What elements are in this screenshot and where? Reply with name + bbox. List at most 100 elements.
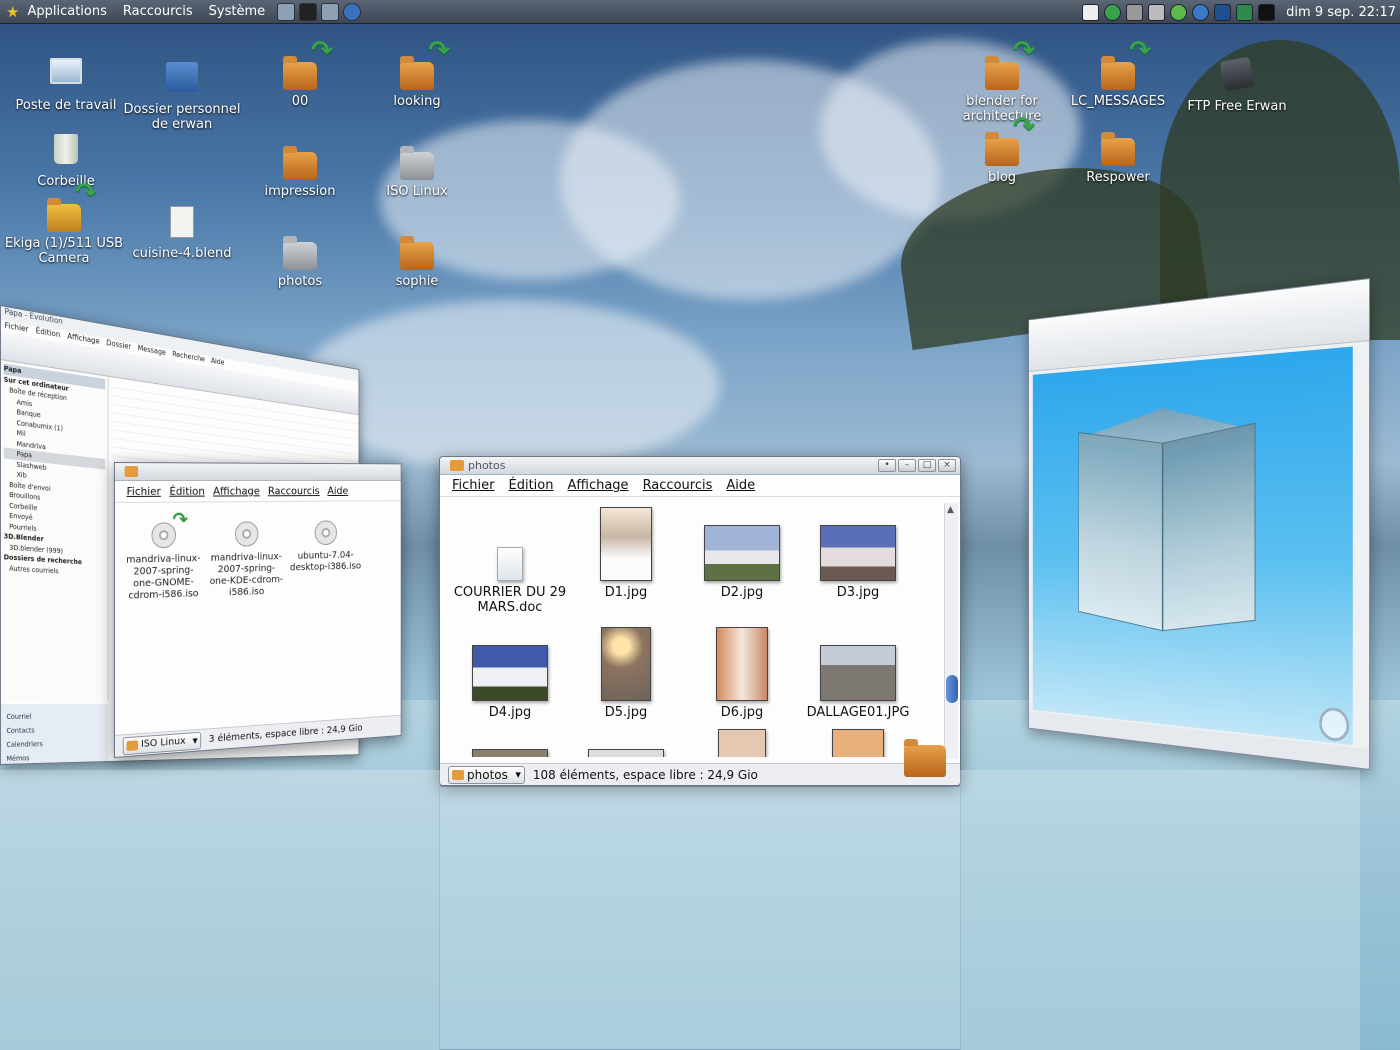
menu-systeme[interactable]: Système <box>201 4 273 19</box>
photo-thumbnail[interactable] <box>718 729 766 757</box>
location-combo[interactable]: ISO Linux <box>122 731 202 755</box>
menu-raccourcis[interactable]: Raccourcis <box>115 4 201 19</box>
desktop-icon-isolinux[interactable]: ISO Linux <box>357 144 477 199</box>
desktop-icon-corbeille[interactable]: Corbeille <box>6 130 126 189</box>
window-buttons: • – □ × <box>878 459 956 472</box>
menu-fichier[interactable]: Fichier <box>452 478 495 493</box>
status-icon[interactable] <box>1104 3 1122 21</box>
terminal-icon[interactable] <box>299 2 318 21</box>
file-item[interactable]: D3.jpg <box>800 525 916 600</box>
desktop-icon-blog[interactable]: ↷ blog <box>942 114 1062 185</box>
iso-window[interactable]: Fichier Édition Affichage Raccourcis Aid… <box>114 462 402 758</box>
workspace-switcher-icon[interactable] <box>1236 3 1254 21</box>
mail-menu-item[interactable]: Aide <box>211 356 224 369</box>
file-item[interactable]: D1.jpg <box>568 507 684 600</box>
iso-window-titlebar <box>114 463 401 481</box>
file-item[interactable]: COURRIER DU 29 MARS.doc <box>452 547 568 615</box>
folder-icon <box>400 146 434 180</box>
desktop-icon-ftp[interactable]: FTP Free Erwan <box>1177 56 1297 114</box>
menu-edition[interactable]: Édition <box>509 478 554 493</box>
scroll-up-arrow-icon[interactable]: ▲ <box>947 505 954 515</box>
desktop-cube <box>1078 402 1256 632</box>
file-item[interactable]: mandriva-linux-2007-spring-one-KDE-cdrom… <box>208 521 285 600</box>
file-item[interactable]: DALLAGE01.JPG <box>800 645 916 720</box>
menu-affichage[interactable]: Affichage <box>567 478 628 493</box>
link-arrow-icon: ↷ <box>1129 36 1151 66</box>
cd-image-icon <box>234 521 259 547</box>
photo-thumbnail[interactable] <box>832 729 884 757</box>
compiz-cube-window[interactable] <box>1028 278 1370 770</box>
network-icon[interactable] <box>1126 3 1144 21</box>
workspace-switcher-icon[interactable] <box>1214 3 1232 21</box>
menu-aide[interactable]: Aide <box>726 478 755 493</box>
photos-window-titlebar: photos • – □ × <box>440 457 960 475</box>
file-item[interactable]: D2.jpg <box>684 525 800 600</box>
folder-icon <box>400 236 434 270</box>
switcher-mail-button[interactable]: Courriel <box>6 710 103 724</box>
workspace-switcher-icon[interactable] <box>1258 3 1276 21</box>
desktop-icon-cuisine[interactable]: cuisine-4.blend <box>122 204 242 261</box>
photos-window[interactable]: photos • – □ × Fichier Édition Affichage… <box>439 456 961 786</box>
update-icon[interactable] <box>1170 3 1188 21</box>
file-item[interactable]: ubuntu-7.04-desktop-i386.iso <box>289 520 363 597</box>
scrollbar-thumb[interactable] <box>946 675 958 703</box>
file-item[interactable]: D6.jpg <box>684 627 800 720</box>
menu-raccourcis[interactable]: Raccourcis <box>268 485 320 498</box>
desktop-icon-ekiga[interactable]: ↷ Ekiga (1)/511 USB Camera <box>4 180 124 266</box>
photos-statusbar: photos 108 éléments, espace libre : 24,9… <box>440 763 960 785</box>
clock[interactable]: dim 9 sep. 22:17 <box>1286 5 1396 20</box>
file-item[interactable]: D5.jpg <box>568 627 684 720</box>
desktop-icon-sophie[interactable]: sophie <box>357 234 477 289</box>
location-combo[interactable]: photos <box>448 765 525 784</box>
menu-raccourcis[interactable]: Raccourcis <box>643 478 713 493</box>
link-arrow-icon: ↷ <box>1013 36 1035 66</box>
photo-thumbnail[interactable] <box>472 749 548 757</box>
globe-icon[interactable] <box>343 2 362 21</box>
menu-applications[interactable]: Applications <box>19 4 114 19</box>
desktop-icon-dossier[interactable]: Dossier personnel de erwan <box>122 60 242 132</box>
photo-thumbnail <box>600 507 652 581</box>
minimize-button[interactable]: – <box>898 459 916 472</box>
computer-icon <box>50 58 82 84</box>
photo-thumbnail[interactable] <box>588 749 664 757</box>
desktop-icon-blender[interactable]: ↷ blender for architecture <box>942 38 1062 124</box>
gear-icon[interactable] <box>1148 3 1166 21</box>
desktop-icon-photos[interactable]: photos <box>240 234 360 289</box>
info-icon[interactable] <box>1192 3 1210 21</box>
desktop-icon-poste[interactable]: Poste de travail <box>6 54 126 113</box>
maximize-button[interactable]: □ <box>918 459 936 472</box>
menu-button[interactable]: • <box>878 459 896 472</box>
menu-aide[interactable]: Aide <box>327 485 348 497</box>
menu-affichage[interactable]: Affichage <box>213 485 260 498</box>
folder-icon <box>1101 56 1135 90</box>
menu-fichier[interactable]: Fichier <box>127 485 161 498</box>
trash-icon <box>54 134 78 164</box>
file-item[interactable]: D4.jpg <box>452 645 568 720</box>
desktop-icon-00[interactable]: ↷ 00 <box>240 38 360 109</box>
mail-icon[interactable] <box>1082 3 1100 21</box>
top-panel: ★ Applications Raccourcis Système dim 9 … <box>0 0 1400 24</box>
desktop-icon-lc-messages[interactable]: ↷ LC_MESSAGES <box>1058 38 1178 109</box>
cube-image-view[interactable] <box>1032 346 1353 746</box>
close-button[interactable]: × <box>938 459 956 472</box>
link-arrow-icon: ↷ <box>75 178 97 208</box>
desktop-icon-impression[interactable]: impression <box>240 144 360 199</box>
link-arrow-icon: ↷ <box>172 507 189 532</box>
desktop-icon-looking[interactable]: ↷ looking <box>357 38 477 109</box>
launcher-icon[interactable] <box>277 2 296 21</box>
home-icon[interactable] <box>321 2 340 21</box>
folder-icon <box>985 56 1019 90</box>
menu-edition[interactable]: Édition <box>169 485 204 498</box>
vertical-scrollbar[interactable]: ▲ <box>944 503 958 759</box>
link-arrow-icon: ↷ <box>428 36 450 66</box>
photo-thumbnail <box>820 645 896 701</box>
cd-image-icon: ↷ <box>151 507 188 549</box>
link-arrow-icon: ↷ <box>1013 112 1035 142</box>
folder-icon <box>283 236 317 270</box>
mail-folder-tree: Papa Sur cet ordinateur Boîte de récepti… <box>0 360 109 701</box>
file-item[interactable]: ↷ mandriva-linux-2007-spring-one-GNOME-cd… <box>123 507 204 603</box>
applications-star-icon[interactable]: ★ <box>6 3 19 21</box>
mail-switcher: Courriel Contacts Calendriers Mémos <box>0 703 109 764</box>
desktop-icon-respower[interactable]: Respower <box>1058 130 1178 185</box>
photo-thumbnail <box>601 627 651 701</box>
